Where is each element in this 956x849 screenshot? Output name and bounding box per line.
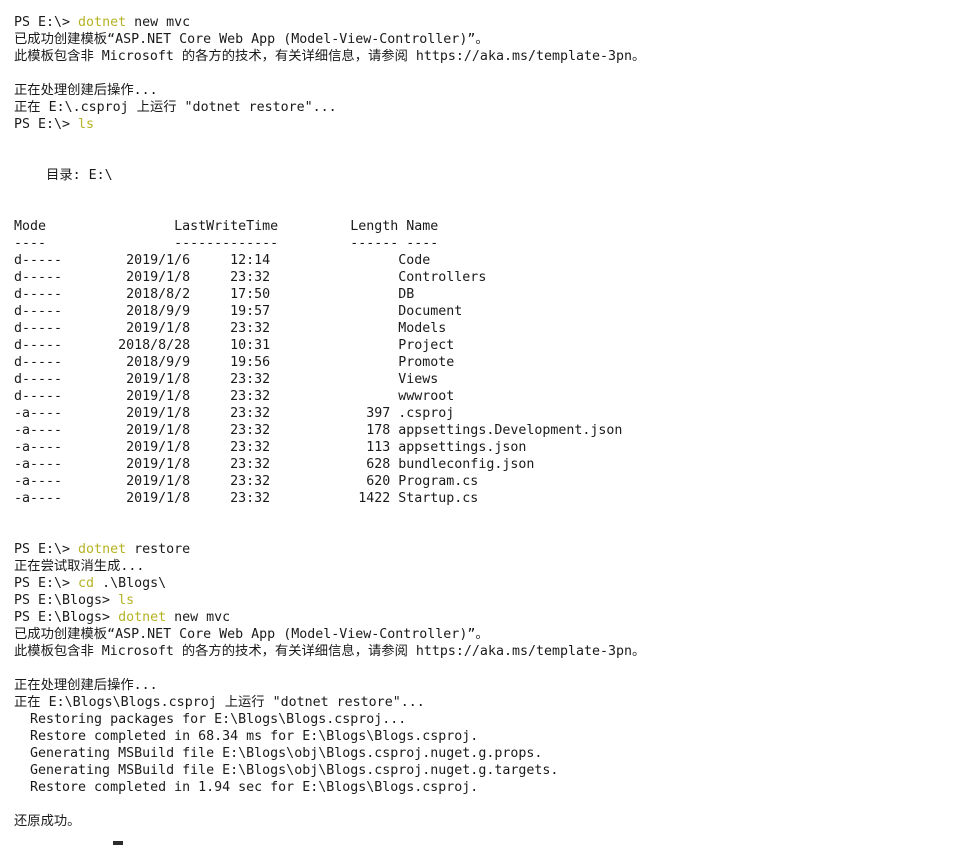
- terminal-text-token: 已成功创建模板“ASP.NET Core Web App (Model-View…: [14, 627, 489, 642]
- terminal-line: PS E:\> cd .\Blogs\: [14, 575, 166, 592]
- terminal-line: -a---- 2019/1/8 23:32 113 appsettings.js…: [14, 439, 526, 456]
- terminal-line: d----- 2019/1/8 23:32 Controllers: [14, 269, 486, 286]
- terminal-text-token: PS E:\>: [14, 117, 79, 132]
- terminal-line: 已成功创建模板“ASP.NET Core Web App (Model-View…: [14, 626, 489, 643]
- terminal-command-token: cd: [78, 576, 95, 591]
- terminal-text-token: 还原成功。: [14, 814, 81, 829]
- terminal-line: PS E:\Blogs> ls: [14, 592, 134, 609]
- terminal-text-token: 此模板包含非 Microsoft 的各方的技术，有关详细信息，请参阅 https…: [14, 49, 646, 64]
- terminal-command-token: ls: [118, 593, 135, 608]
- terminal-text-token: -a---- 2019/1/8 23:32 113 appsettings.js…: [14, 440, 527, 455]
- terminal-line: Restoring packages for E:\Blogs\Blogs.cs…: [14, 711, 406, 728]
- terminal-line: PS E:\> ls: [14, 116, 94, 133]
- terminal-text-token: d----- 2019/1/6 12:14 Code: [14, 253, 431, 268]
- terminal-text-token: 正在处理创建后操作...: [14, 678, 158, 693]
- terminal-line: -a---- 2019/1/8 23:32 1422 Startup.cs: [14, 490, 478, 507]
- terminal-text-token: d----- 2018/9/9 19:57 Document: [14, 304, 463, 319]
- terminal-line: 正在处理创建后操作...: [14, 677, 158, 694]
- terminal-text-token: 正在 E:\.csproj 上运行 "dotnet restore"...: [14, 100, 337, 115]
- terminal-text-token: Restore completed in 68.34 ms for E:\Blo…: [14, 729, 479, 744]
- terminal-text-token: d----- 2018/9/9 19:56 Promote: [14, 355, 455, 370]
- terminal-line: d----- 2019/1/8 23:32 Models: [14, 320, 446, 337]
- terminal-line: 此模板包含非 Microsoft 的各方的技术，有关详细信息，请参阅 https…: [14, 48, 645, 65]
- terminal-line: PS E:\Blogs> dotnet new mvc: [14, 609, 230, 626]
- terminal-line: 正在尝试取消生成...: [14, 558, 144, 575]
- terminal-text-token: -a---- 2019/1/8 23:32 178 appsettings.De…: [14, 423, 623, 438]
- terminal-text-token: 目录: E:\: [14, 168, 113, 183]
- terminal-line: 已成功创建模板“ASP.NET Core Web App (Model-View…: [14, 31, 489, 48]
- terminal-text-token: d----- 2019/1/8 23:32 Controllers: [14, 270, 487, 285]
- terminal-line: d----- 2018/9/9 19:56 Promote: [14, 354, 454, 371]
- terminal-line: 正在处理创建后操作...: [14, 82, 158, 99]
- terminal-line: Generating MSBuild file E:\Blogs\obj\Blo…: [14, 745, 542, 762]
- terminal-line: 此模板包含非 Microsoft 的各方的技术，有关详细信息，请参阅 https…: [14, 643, 645, 660]
- terminal-line: 还原成功。: [14, 813, 80, 830]
- terminal-command-token: dotnet: [118, 610, 167, 625]
- terminal-line: d----- 2019/1/8 23:32 wwwroot: [14, 388, 454, 405]
- terminal-text-token: 正在 E:\Blogs\Blogs.csproj 上运行 "dotnet res…: [14, 695, 425, 710]
- terminal-text-token: d----- 2019/1/8 23:32 Models: [14, 321, 447, 336]
- terminal-line: PS E:\> dotnet restore: [14, 541, 190, 558]
- terminal-line: Generating MSBuild file E:\Blogs\obj\Blo…: [14, 762, 558, 779]
- terminal-text-token: new mvc: [166, 610, 231, 625]
- terminal-text-token: -a---- 2019/1/8 23:32 397 .csproj: [14, 406, 455, 421]
- terminal-command-token: dotnet: [78, 15, 127, 30]
- terminal-line: d----- 2019/1/8 23:32 Views: [14, 371, 438, 388]
- terminal-text-token: d----- 2018/8/2 17:50 DB: [14, 287, 415, 302]
- terminal-text-token: Mode LastWriteTime Length Name: [14, 219, 439, 234]
- terminal-line: Restore completed in 68.34 ms for E:\Blo…: [14, 728, 478, 745]
- terminal-text-token: 正在尝试取消生成...: [14, 559, 145, 574]
- terminal-text-token: Restore completed in 1.94 sec for E:\Blo…: [14, 780, 479, 795]
- terminal-line: d----- 2018/9/9 19:57 Document: [14, 303, 462, 320]
- terminal-line: Restore completed in 1.94 sec for E:\Blo…: [14, 779, 478, 796]
- terminal-text-token: ---- ------------- ------ ----: [14, 236, 439, 251]
- terminal-line: d----- 2019/1/6 12:14 Code: [14, 252, 430, 269]
- terminal-text-token: d----- 2019/1/8 23:32 Views: [14, 372, 439, 387]
- terminal-text-token: -a---- 2019/1/8 23:32 628 bundleconfig.j…: [14, 457, 535, 472]
- terminal-line: d----- 2018/8/28 10:31 Project: [14, 337, 454, 354]
- terminal-line: -a---- 2019/1/8 23:32 178 appsettings.De…: [14, 422, 622, 439]
- terminal-line: ---- ------------- ------ ----: [14, 235, 438, 252]
- terminal-text-token: PS E:\Blogs>: [14, 610, 119, 625]
- terminal-line: -a---- 2019/1/8 23:32 397 .csproj: [14, 405, 454, 422]
- terminal-output-pane[interactable]: PS E:\> dotnet new mvc 已成功创建模板“ASP.NET Co…: [0, 0, 956, 849]
- terminal-text-token: -a---- 2019/1/8 23:32 1422 Startup.cs: [14, 491, 479, 506]
- terminal-text-token: Generating MSBuild file E:\Blogs\obj\Blo…: [14, 763, 559, 778]
- terminal-line: 目录: E:\: [14, 167, 113, 184]
- terminal-text-token: Generating MSBuild file E:\Blogs\obj\Blo…: [14, 746, 543, 761]
- terminal-text-token: d----- 2018/8/28 10:31 Project: [14, 338, 455, 353]
- terminal-text-token: .\Blogs\: [94, 576, 167, 591]
- terminal-text-token: PS E:\>: [14, 576, 79, 591]
- terminal-line: -a---- 2019/1/8 23:32 620 Program.cs: [14, 473, 478, 490]
- terminal-line: d----- 2018/8/2 17:50 DB: [14, 286, 414, 303]
- terminal-line: 正在 E:\Blogs\Blogs.csproj 上运行 "dotnet res…: [14, 694, 425, 711]
- terminal-text-token: 已成功创建模板“ASP.NET Core Web App (Model-View…: [14, 32, 489, 47]
- terminal-text-token: d----- 2019/1/8 23:32 wwwroot: [14, 389, 455, 404]
- terminal-text-token: 正在处理创建后操作...: [14, 83, 158, 98]
- terminal-line: Mode LastWriteTime Length Name: [14, 218, 438, 235]
- terminal-text-token: PS E:\>: [14, 542, 79, 557]
- terminal-text-token: PS E:\Blogs>: [14, 593, 119, 608]
- terminal-command-token: dotnet: [78, 542, 127, 557]
- terminal-text-token: restore: [126, 542, 191, 557]
- terminal-text-token: new mvc: [126, 15, 191, 30]
- terminal-text-token: PS E:\>: [14, 15, 79, 30]
- terminal-text-token: -a---- 2019/1/8 23:32 620 Program.cs: [14, 474, 479, 489]
- terminal-text-token: 此模板包含非 Microsoft 的各方的技术，有关详细信息，请参阅 https…: [14, 644, 646, 659]
- terminal-line: -a---- 2019/1/8 23:32 628 bundleconfig.j…: [14, 456, 534, 473]
- terminal-command-token: ls: [78, 117, 95, 132]
- terminal-line: PS E:\> dotnet new mvc: [14, 14, 190, 31]
- terminal-line: 正在 E:\.csproj 上运行 "dotnet restore"...: [14, 99, 337, 116]
- terminal-cursor: [113, 841, 123, 845]
- terminal-text-token: Restoring packages for E:\Blogs\Blogs.cs…: [14, 712, 407, 727]
